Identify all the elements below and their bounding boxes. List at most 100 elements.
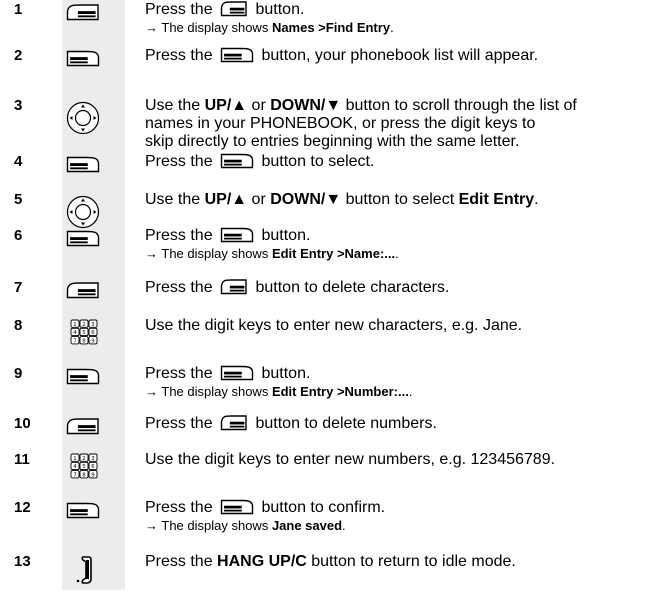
right-softkey-icon	[66, 418, 100, 435]
step-number: 1	[14, 1, 23, 18]
keypad-key-label: 1	[73, 322, 76, 328]
step-number: 7	[14, 279, 23, 296]
step-text-line: names in your PHONEBOOK, or press the di…	[145, 115, 655, 133]
step-number: 4	[14, 153, 23, 170]
navigation-key-icon	[66, 101, 100, 135]
keypad-key-label: 5	[82, 330, 85, 336]
display-text: Edit Entry >Number:...	[271, 384, 409, 399]
text-segment: Press the	[145, 47, 218, 64]
step-text: Use the UP/▲ or DOWN/▼ button to scroll …	[145, 97, 655, 151]
step-number: 9	[14, 365, 23, 382]
step-row: 8 1 2 3 4 5 6 7 8 9 Use the digit keys to enter ne…	[0, 317, 660, 357]
text-segment: Press the	[145, 553, 218, 570]
step-number: 5	[14, 191, 23, 208]
keypad-key-label: 2	[82, 456, 85, 462]
step-text: Press the HANG UP/C button to return to …	[145, 553, 655, 571]
left-softkey-icon	[66, 368, 100, 385]
text-segment: Press the	[145, 227, 218, 244]
emphasized-text: HANG UP/C	[217, 553, 307, 570]
step-text-line: Press the button to select.	[145, 153, 655, 171]
left-softkey-icon	[220, 47, 254, 63]
left-softkey-icon	[66, 50, 100, 67]
step-text-line: Press the button to delete numbers.	[145, 415, 655, 433]
step-row: 3 Use the UP/▲ or DOWN/▼ button to scroll…	[0, 97, 660, 150]
display-result-note: → The display shows Edit Entry >Number:.…	[145, 383, 655, 400]
display-text: Names >Find Entry	[271, 20, 391, 35]
keypad-key-label: 2	[82, 322, 85, 328]
emphasized-text: DOWN/▼	[270, 191, 342, 208]
keypad-key-label: 4	[73, 330, 77, 336]
right-softkey-icon	[220, 415, 248, 431]
hang-up-key-icon	[75, 555, 93, 585]
keypad-key-label: 7	[73, 338, 76, 344]
text-segment: .	[534, 191, 539, 208]
display-result-note: → The display shows Edit Entry >Name:...…	[145, 245, 655, 262]
text-segment: skip directly to entries beginning with …	[145, 133, 520, 150]
step-text: Press the button, your phonebook list wi…	[145, 47, 655, 65]
text-segment: → The display shows	[145, 384, 272, 399]
display-text: Edit Entry >Name:...	[271, 246, 396, 261]
emphasized-text: UP/▲	[204, 97, 248, 114]
step-text-line: Press the button.	[145, 365, 655, 383]
step-text-line: Press the button, your phonebook list wi…	[145, 47, 655, 65]
step-number: 6	[14, 227, 23, 244]
text-segment: button to select	[341, 191, 459, 208]
left-softkey-icon	[220, 153, 254, 169]
text-segment: Press the	[145, 1, 218, 18]
text-segment: or	[247, 191, 271, 208]
step-row: 12 Press the button to confirm. → The disp…	[0, 499, 660, 539]
keypad-icon: 123 456 789	[70, 453, 98, 479]
keypad-key-label: 1	[73, 456, 76, 462]
left-softkey-icon	[66, 502, 100, 519]
step-number: 13	[14, 553, 31, 570]
step-text-line: Press the button.	[145, 227, 655, 245]
step-text: Use the digit keys to enter new numbers,…	[145, 451, 655, 469]
text-segment: button.	[257, 365, 311, 382]
step-row: 10 Press the button to delete numbers.	[0, 415, 660, 455]
text-segment: button to select.	[257, 153, 375, 170]
emphasized-text: DOWN/▼	[270, 97, 342, 114]
display-result-note: → The display shows Names >Find Entry.	[145, 19, 655, 36]
step-text-line: Use the UP/▲ or DOWN/▼ button to scroll …	[145, 97, 655, 115]
step-row: 6 Press the button. → The display shows Ed…	[0, 227, 660, 267]
display-result-note: → The display shows Jane saved.	[145, 517, 655, 534]
right-softkey-icon	[66, 282, 100, 299]
text-segment: .	[395, 246, 399, 261]
keypad-key-label: 6	[91, 330, 95, 336]
text-segment: button to confirm.	[257, 499, 386, 516]
left-softkey-icon	[220, 499, 254, 515]
text-segment: names in your PHONEBOOK, or press the di…	[145, 115, 536, 132]
keypad-key-label: 5	[82, 464, 85, 470]
text-segment: button, your phonebook list will appear.	[257, 47, 539, 64]
right-softkey-icon	[66, 4, 100, 21]
text-segment: .	[390, 20, 394, 35]
emphasized-text: Edit Entry	[458, 191, 535, 208]
step-text-line: Press the button to delete characters.	[145, 279, 655, 297]
keypad-key-label: 3	[91, 322, 94, 328]
text-segment: Press the	[145, 279, 218, 296]
keypad-key-label: 6	[91, 464, 95, 470]
step-text: Press the button to delete characters.	[145, 279, 655, 297]
text-segment: Press the	[145, 499, 218, 516]
text-segment: → The display shows	[145, 246, 272, 261]
keypad-icon: 123 456 789	[70, 319, 98, 345]
right-softkey-icon	[220, 279, 248, 295]
step-text-line: Press the button to confirm.	[145, 499, 655, 517]
step-text-line: Press the HANG UP/C button to return to …	[145, 553, 655, 571]
text-segment: .	[342, 518, 346, 533]
step-text-line: Use the digit keys to enter new characte…	[145, 317, 655, 335]
step-row: 11 1 2 3 4 5 6 7 8 9 Use the digit keys to enter n…	[0, 451, 660, 491]
keypad-key-label: 9	[91, 472, 95, 478]
keypad-key-label: 3	[91, 456, 94, 462]
step-row: 4 Press the button to select.	[0, 153, 660, 193]
text-segment: button.	[257, 227, 311, 244]
left-softkey-icon	[66, 156, 100, 173]
navigation-key-icon	[66, 195, 100, 229]
step-text: Press the button. → The display shows Edi…	[145, 227, 655, 262]
left-softkey-icon	[66, 230, 100, 247]
step-text: Press the button. → The display shows Edi…	[145, 365, 655, 400]
step-text-line: Press the button.	[145, 1, 655, 19]
keypad-key-label: 7	[73, 472, 76, 478]
text-segment: button to delete numbers.	[251, 415, 437, 432]
emphasized-text: UP/▲	[204, 191, 248, 208]
